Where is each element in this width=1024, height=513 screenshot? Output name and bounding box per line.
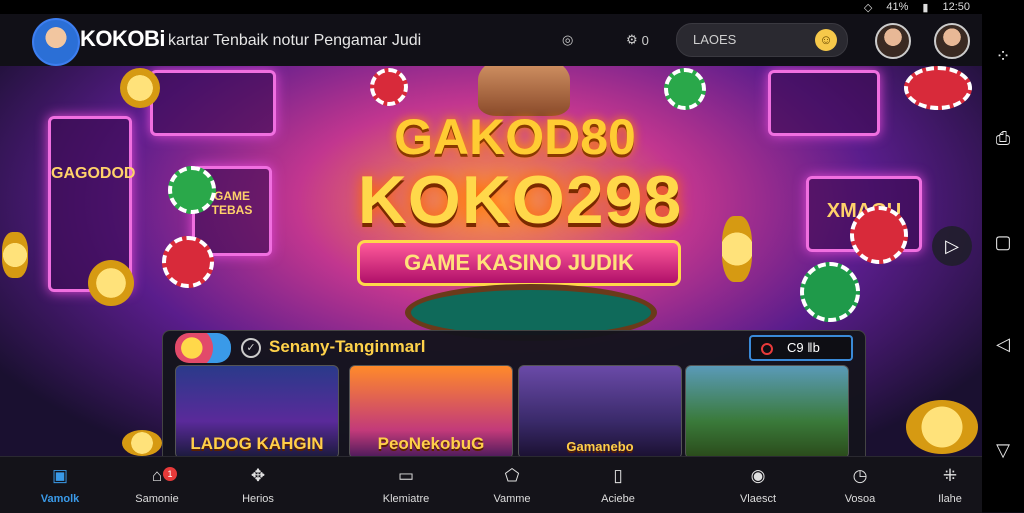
gold-coin-icon [88,260,134,306]
poker-chip-icon [904,66,972,110]
nav-item-samonie[interactable]: ⌂ 1 Samonie [117,465,197,505]
document-icon: ▯ [613,466,623,485]
hero-subtitle: GAME KASINO JUDIK [357,240,681,286]
search-bar[interactable]: LAOES ☺ [676,23,848,57]
settings-button[interactable]: ⚙ 0 [626,30,649,50]
header-tagline: kartar Tenbaik notur Pengamar Judi [168,32,422,49]
nav-label: Ilahe [938,493,962,505]
gold-coin-icon [122,430,162,456]
nav-item-vamolk[interactable]: ▣ Vamolk [20,465,100,505]
nav-label: Klemiatre [382,493,430,505]
game-card[interactable]: Gamanebo [518,365,682,457]
counter-value: C9 ǁb [787,340,820,355]
chat-icon: ▭ [397,466,415,485]
home-icon: ▣ [51,466,69,485]
nav-label: Vamolk [40,493,80,505]
game-card[interactable]: PeoNekobuG [349,365,513,457]
game-card-title: PeoNekobuG [377,434,485,453]
gold-coin-icon [120,68,160,108]
gold-coin-icon [722,216,752,282]
nav-item-vlaesct[interactable]: ◉ Vlaesct [718,465,798,505]
location-icon: ◎ [562,32,574,47]
poker-chip-icon [168,166,216,214]
neon-sign-top-right [768,70,880,136]
nav-label: Vosoa [844,493,876,505]
game-card-title: Gamanebo [566,439,634,454]
neon-sign-mid-text: GAME TEBAS [211,189,253,217]
emoji-icon[interactable]: ☺ [815,29,837,51]
nav-item-aciebe[interactable]: ▯ Aciebe [578,465,658,505]
avatar-user-1[interactable] [875,23,911,59]
poker-chip-icon [850,206,908,264]
poker-chip-icon [370,68,408,106]
nav-label: Aciebe [601,493,635,505]
neon-sign-left-text: GAGODOD [51,165,136,182]
hero-title-big: KOKO298 [357,162,683,238]
location-button[interactable]: ◎ [562,30,573,50]
game-card[interactable]: LADOG KAHGIN [175,365,339,457]
record-icon [761,343,773,355]
gold-coin-icon [2,232,28,278]
brand-logo[interactable] [32,18,80,66]
square-icon[interactable]: ▢ [993,232,1013,252]
nav-item-herios[interactable]: ✥ Herios [218,465,298,505]
settings-count: 0 [641,32,649,48]
neon-sign-top-left [150,70,276,136]
screenshot-icon[interactable]: ⎙ [993,128,1013,148]
nav-label: Vlaesct [739,493,777,505]
hero-title-small: GAKOD80 [394,109,636,165]
user-icon: ◉ [750,466,766,485]
jackpot-counter[interactable]: C9 ǁb [749,335,853,361]
clock-time: 12:50 [942,1,970,13]
avatar-user-2[interactable] [934,23,970,59]
battery-level: 41% [886,1,909,13]
bottom-navigation: ▣ Vamolk ⌂ 1 Samonie ✥ Herios ▭ Klemiatr… [0,456,982,513]
grid-icon: ⁜ [942,466,958,485]
signal-icon: ▮ [922,1,929,14]
game-card-title: LADOG KAHGIN [190,434,324,453]
nav-label: Herios [242,493,274,505]
grid-dots-icon[interactable]: ⁘ [993,46,1013,66]
nav-item-vamme[interactable]: ⬠ Vamme [472,465,552,505]
poker-chip-icon [664,68,706,110]
bookmark-icon: ⬠ [504,466,520,485]
check-icon: ✓ [241,338,261,358]
system-nav-bar: ⁘ ⎙ ▢ ◁ ▽ [982,0,1024,512]
nav-label: Vamme [493,493,531,505]
clock-icon: ◷ [852,466,868,485]
nav-label: Samonie [135,493,179,505]
poker-chip-icon [800,262,860,322]
games-panel: ✓ Senany-Tanginmarl C9 ǁb LADOG KAHGIN P… [162,330,866,458]
wifi-icon: ◇ [863,1,873,14]
gold-coin-icon [906,400,978,454]
status-bar: ◇ 41% ▮ 12:50 [0,0,982,14]
search-input[interactable]: LAOES [693,32,736,47]
brand-name[interactable]: KOKOBi [80,26,166,52]
section-title: Senany-Tanginmarl [269,337,426,356]
back-icon[interactable]: ◁ [993,334,1013,354]
notification-badge: 1 [163,467,177,481]
game-card[interactable] [685,365,849,457]
games-icon: ✥ [250,466,266,485]
chevron-down-icon[interactable]: ▽ [993,440,1013,460]
hero-next-button[interactable]: ▷ [932,226,972,266]
app-header: KOKOBi kartar Tenbaik notur Pengamar Jud… [0,14,982,66]
nav-item-ilahe[interactable]: ⁜ Ilahe [910,465,990,505]
nav-item-vosoa[interactable]: ◷ Vosoa [820,465,900,505]
settings-icon: ⚙ [626,32,638,47]
nav-item-klemiatre[interactable]: ▭ Klemiatre [366,465,446,505]
chips-logo-icon [175,333,231,363]
poker-chip-icon [162,236,214,288]
